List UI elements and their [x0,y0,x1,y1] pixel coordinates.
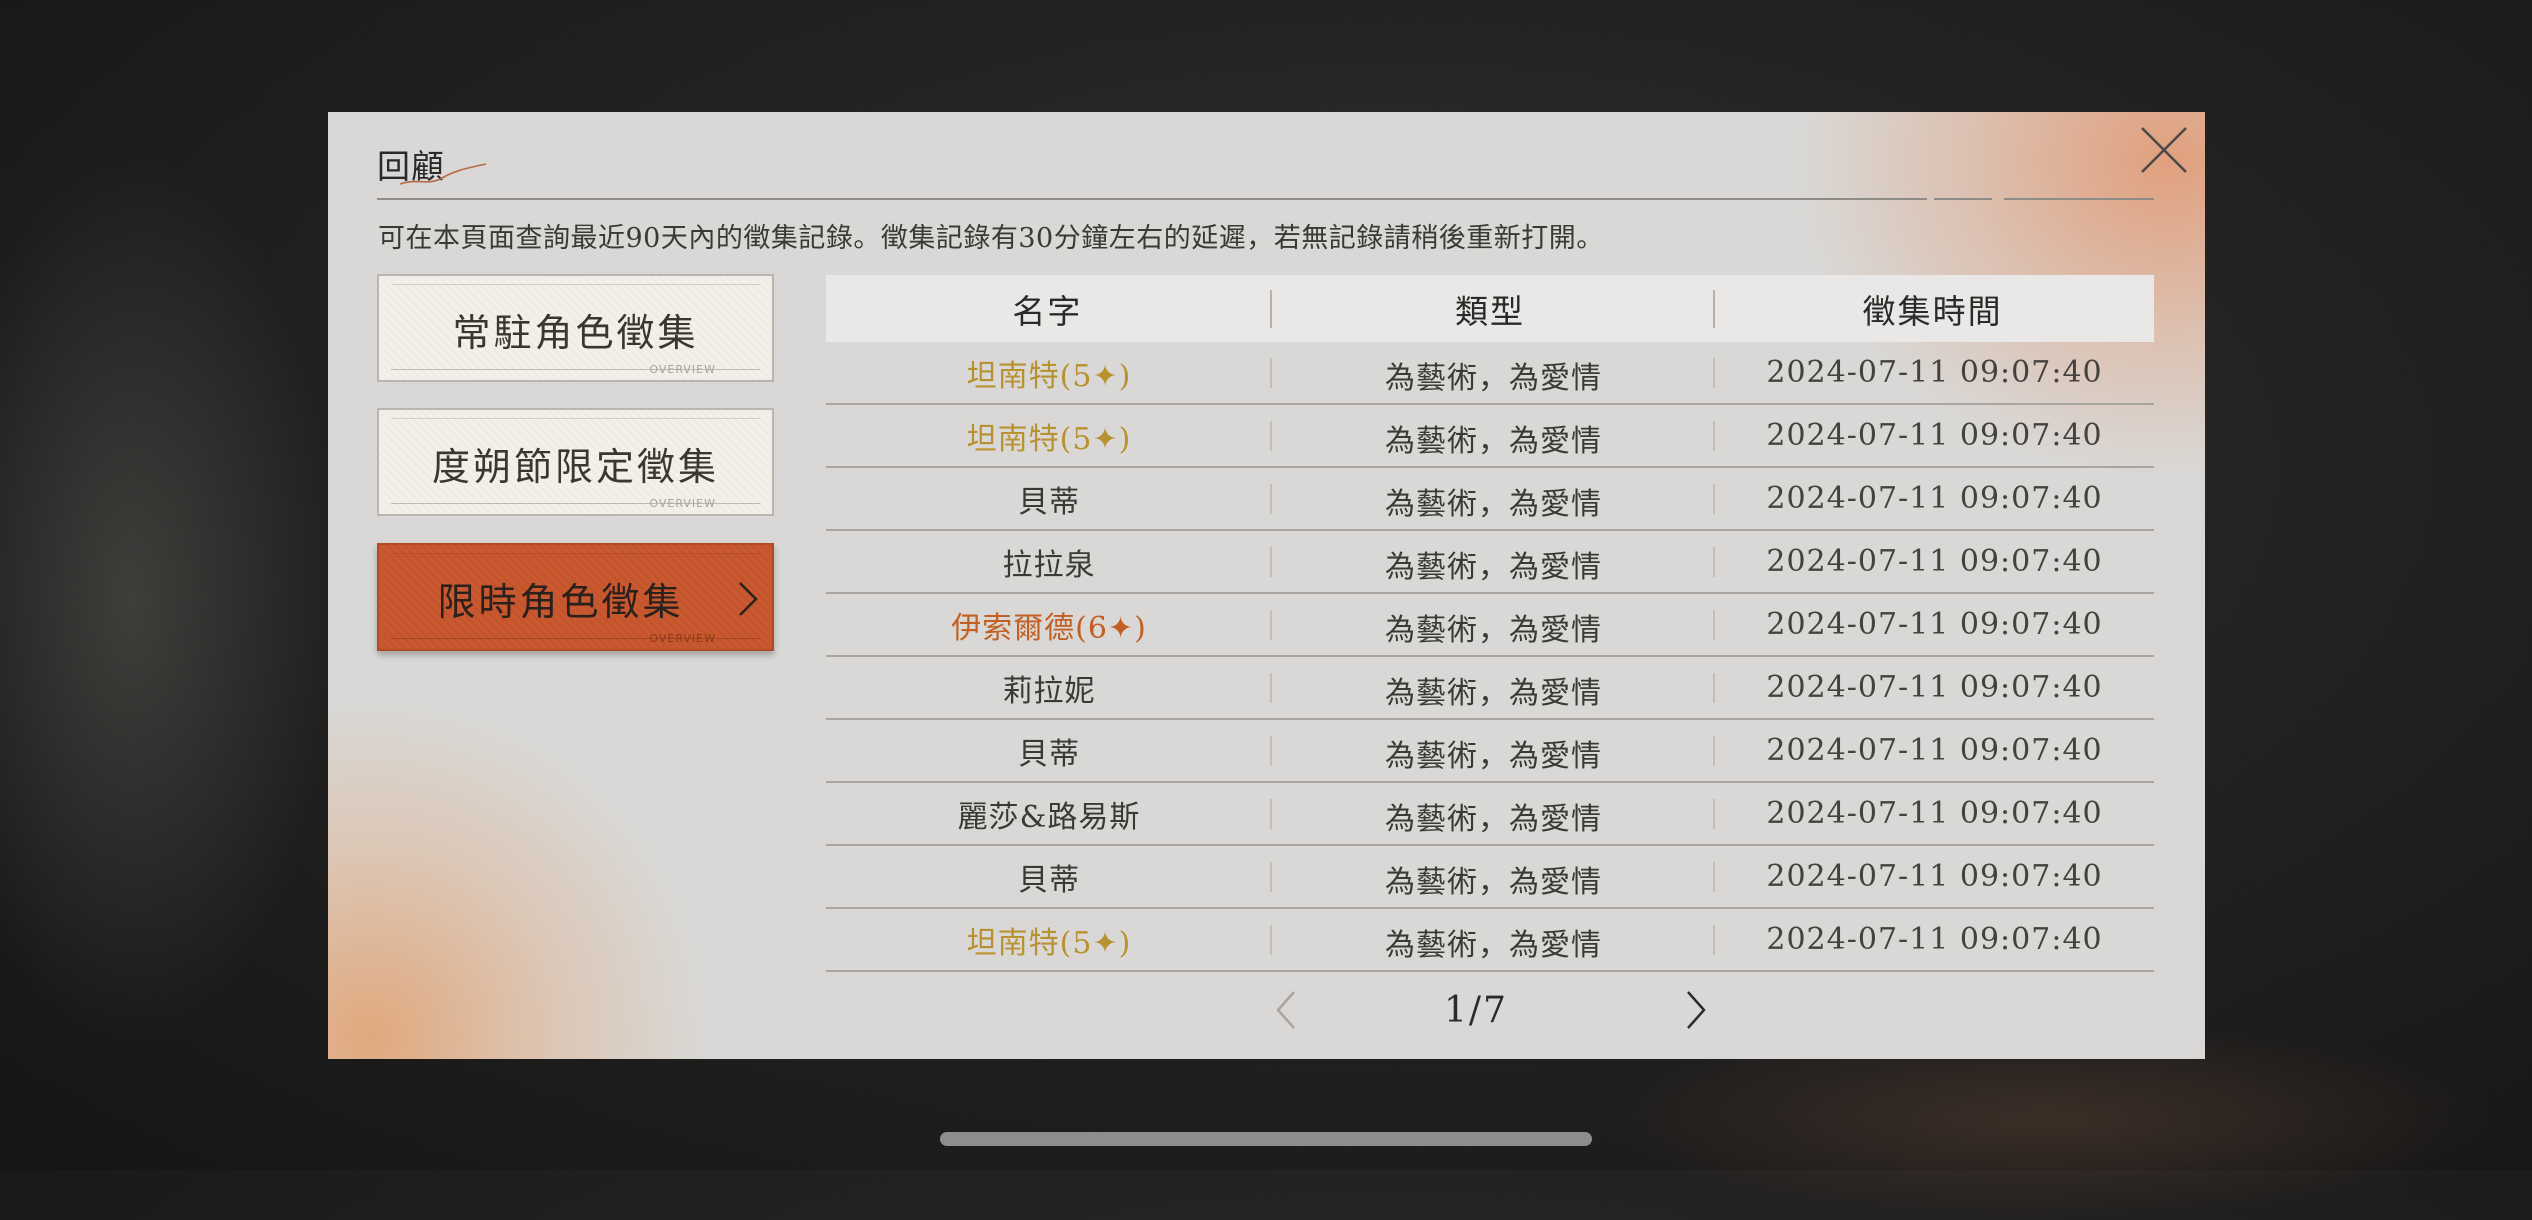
column-separator [1270,420,1272,451]
tab-decoration-line [391,418,760,419]
table-header: 名字 類型 徵集時間 [826,275,2154,342]
history-dialog: 回顧 可在本頁面查詢最近90天內的徵集記錄。徵集記錄有30分鐘左右的延遲，若無記… [328,112,2205,1059]
cell-time: 2024-07-11 09:07:40 [1766,859,2103,894]
cell-type: 為藝術，為愛情 [1385,864,1602,900]
pagination: 1/7 [826,978,2154,1042]
cell-name: 貝蒂 [1018,862,1080,898]
table-row: 拉拉泉 為藝術，為愛情 2024-07-11 09:07:40 [826,531,2154,594]
cell-time: 2024-07-11 09:07:40 [1766,922,2103,957]
column-separator [1270,289,1272,328]
previous-page-button[interactable] [1266,988,1306,1032]
table-body: 坦南特(5✦) 為藝術，為愛情 2024-07-11 09:07:40 坦南特(5✦)… [826,342,2154,972]
column-header-type: 類型 [1455,291,1525,331]
column-header-name: 名字 [1012,291,1083,331]
cell-name: 莉拉妮 [1002,673,1096,709]
column-separator [1270,483,1272,514]
home-indicator[interactable] [940,1132,1592,1146]
tab-decoration-line [391,284,760,285]
cell-time: 2024-07-11 09:07:40 [1766,481,2103,516]
close-icon [2141,127,2187,173]
title-swoosh-decoration [399,163,487,185]
dialog-description: 可在本頁面查詢最近90天內的徵集記錄。徵集記錄有30分鐘左右的延遲，若無記錄請稍… [378,223,1604,254]
title-divider [377,198,1927,200]
cell-name: 貝蒂 [1018,736,1080,772]
cell-type: 為藝術，為愛情 [1385,801,1602,837]
column-separator [1713,483,1715,514]
chevron-right-icon [739,582,758,616]
table-row: 麗莎&路易斯 為藝術，為愛情 2024-07-11 09:07:40 [826,783,2154,846]
column-separator [1713,735,1715,766]
column-separator [1713,798,1715,829]
cell-time: 2024-07-11 09:07:40 [1766,544,2103,579]
tab-label: 度朔節限定徵集 [431,445,719,489]
cell-type: 為藝術，為愛情 [1385,612,1602,648]
tab-label: 常駐角色徵集 [452,311,699,355]
column-separator [1270,546,1272,577]
table-row: 坦南特(5✦) 為藝術，為愛情 2024-07-11 09:07:40 [826,909,2154,972]
column-separator [1270,609,1272,640]
column-separator [1270,672,1272,703]
cell-time: 2024-07-11 09:07:40 [1766,607,2103,642]
tab-decoration-line [391,553,760,554]
close-button[interactable] [2136,122,2192,178]
tab-decoration-text: OVERVIEW [649,497,716,510]
column-header-time: 徵集時間 [1862,291,2003,331]
table-row: 伊索爾德(6✦) 為藝術，為愛情 2024-07-11 09:07:40 [826,594,2154,657]
cell-name: 坦南特(5✦) [966,925,1132,961]
column-separator [1713,861,1715,892]
tab-decoration-text: OVERVIEW [649,363,716,376]
column-separator [1713,609,1715,640]
cell-name: 麗莎&路易斯 [957,799,1141,835]
column-separator [1270,735,1272,766]
cell-time: 2024-07-11 09:07:40 [1766,670,2103,705]
column-separator [1270,924,1272,955]
cell-type: 為藝術，為愛情 [1385,675,1602,711]
cell-time: 2024-07-11 09:07:40 [1766,733,2103,768]
cell-name: 伊索爾德(6✦) [951,610,1147,646]
cell-name: 貝蒂 [1018,484,1080,520]
title-divider-segment [2004,198,2154,200]
column-separator [1270,798,1272,829]
column-separator [1713,924,1715,955]
chevron-left-icon [1276,991,1295,1029]
table-row: 貝蒂 為藝術，為愛情 2024-07-11 09:07:40 [826,846,2154,909]
chevron-right-icon [1687,991,1706,1029]
table-row: 莉拉妮 為藝術，為愛情 2024-07-11 09:07:40 [826,657,2154,720]
corner-glow-bottom-left [328,699,708,1059]
title-divider-segment [1934,198,1992,200]
tab-limited-character-recruit[interactable]: 限時角色徵集 OVERVIEW [377,543,774,651]
column-separator [1270,861,1272,892]
tab-standard-recruit[interactable]: 常駐角色徵集 OVERVIEW [377,274,774,382]
column-separator [1270,357,1272,388]
background-blur [0,150,340,1050]
cell-time: 2024-07-11 09:07:40 [1766,418,2103,453]
column-separator [1713,546,1715,577]
cell-type: 為藝術，為愛情 [1385,927,1602,963]
column-separator [1713,672,1715,703]
table-row: 貝蒂 為藝術，為愛情 2024-07-11 09:07:40 [826,720,2154,783]
column-separator [1713,289,1715,328]
cell-type: 為藝術，為愛情 [1385,486,1602,522]
cell-time: 2024-07-11 09:07:40 [1766,796,2103,831]
page-indicator: 1/7 [1444,990,1508,1031]
records-table: 名字 類型 徵集時間 坦南特(5✦) 為藝術，為愛情 2024-07-11 09:0… [826,275,2154,972]
tab-decoration-text: OVERVIEW [649,632,716,645]
cell-type: 為藝術，為愛情 [1385,738,1602,774]
cell-type: 為藝術，為愛情 [1385,360,1602,396]
tab-label: 限時角色徵集 [437,580,684,624]
cell-type: 為藝術，為愛情 [1385,423,1602,459]
cell-name: 坦南特(5✦) [966,421,1132,457]
table-row: 坦南特(5✦) 為藝術，為愛情 2024-07-11 09:07:40 [826,405,2154,468]
tab-festival-limited-recruit[interactable]: 度朔節限定徵集 OVERVIEW [377,408,774,516]
cell-time: 2024-07-11 09:07:40 [1766,355,2103,390]
cell-name: 拉拉泉 [1002,547,1096,583]
cell-type: 為藝術，為愛情 [1385,549,1602,585]
table-row: 貝蒂 為藝術，為愛情 2024-07-11 09:07:40 [826,468,2154,531]
cell-name: 坦南特(5✦) [966,358,1132,394]
column-separator [1713,357,1715,388]
next-page-button[interactable] [1676,988,1716,1032]
table-row: 坦南特(5✦) 為藝術，為愛情 2024-07-11 09:07:40 [826,342,2154,405]
column-separator [1713,420,1715,451]
